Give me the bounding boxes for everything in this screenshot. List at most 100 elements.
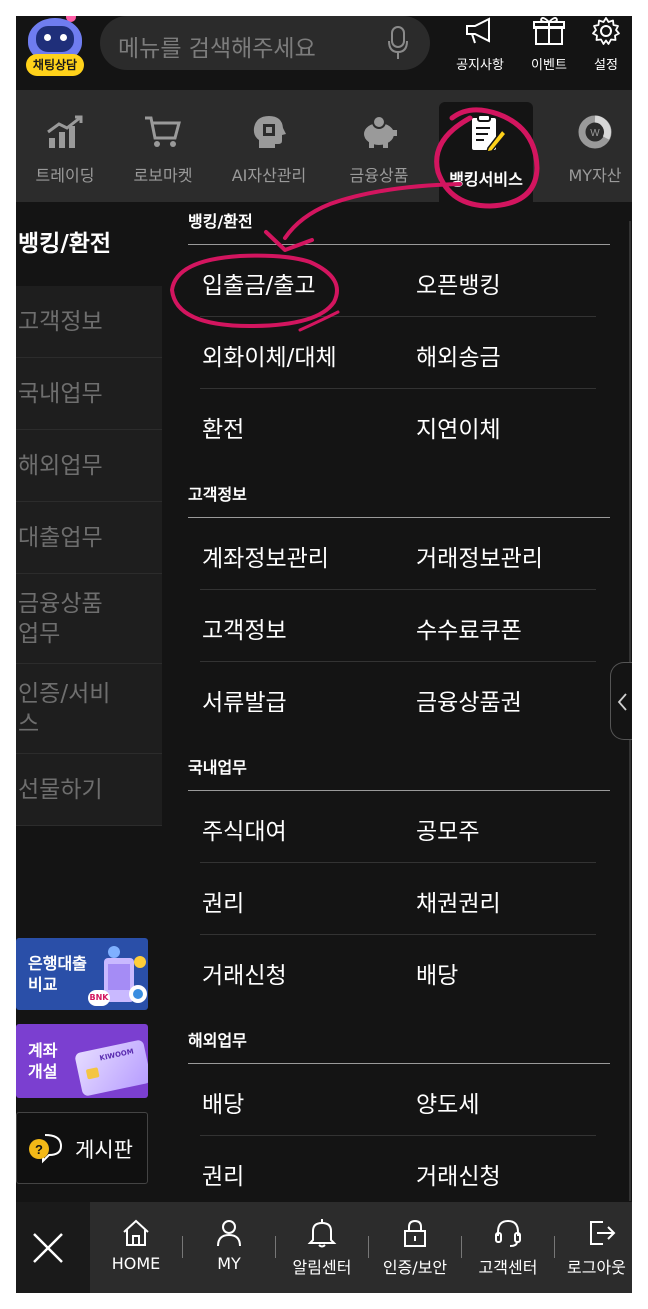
section-title-domestic: 국내업무 [188, 758, 247, 777]
robot-eye-right [60, 34, 67, 41]
notice-button[interactable]: 공지사항 [450, 16, 510, 76]
row-divider [200, 1135, 596, 1136]
side-item-label-line2: 업무 [18, 620, 61, 647]
menu-fee-coupon[interactable]: 수수료쿠폰 [416, 611, 522, 645]
section-title-customer-info: 고객정보 [188, 485, 247, 504]
side-item-label: 대출업무 [18, 524, 103, 551]
menu-rights[interactable]: 권리 [202, 884, 244, 918]
nav-my[interactable]: MY [183, 1202, 275, 1293]
card-illustration-icon: KIWOOM [74, 1039, 148, 1097]
svg-text:?: ? [35, 1142, 43, 1157]
cart-icon [145, 116, 181, 147]
top-bar: 채팅상담 메뉴를 검색해주세요 공지사항 이벤트 설정 [16, 16, 632, 90]
card-chip [85, 1067, 100, 1080]
ai-head-icon [253, 116, 286, 148]
headset-icon [495, 1219, 521, 1247]
side-item-gift[interactable]: 선물하기 [16, 754, 162, 826]
menu-overseas-rights[interactable]: 권리 [202, 1157, 244, 1191]
side-item-loan[interactable]: 대출업무 [16, 502, 162, 574]
section-divider [188, 517, 610, 518]
menu-capital-gains-tax[interactable]: 양도세 [416, 1085, 479, 1119]
side-item-customer-info[interactable]: 고객정보 [16, 286, 162, 358]
menu-ipo[interactable]: 공모주 [416, 812, 479, 846]
loan-compare-banner[interactable]: 은행대출 비교 BNK [16, 938, 148, 1010]
megaphone-icon [466, 17, 490, 44]
event-button[interactable]: 이벤트 [519, 16, 579, 76]
close-menu-button[interactable] [16, 1202, 90, 1293]
side-item-financial-products[interactable]: 금융상품 업무 [16, 574, 162, 664]
row-divider [200, 661, 596, 662]
nav-logout[interactable]: 로그아웃 [555, 1202, 632, 1293]
microphone-icon[interactable] [388, 26, 408, 60]
chevron-left-icon [617, 693, 627, 711]
menu-delayed-transfer[interactable]: 지연이체 [416, 410, 501, 444]
tab-banking-service[interactable]: 뱅킹서비스 [439, 102, 533, 202]
tab-robomarket[interactable]: 로보마켓 [114, 90, 212, 202]
side-item-label: 뱅킹/환전 [18, 231, 112, 257]
board-label: 게시판 [75, 1138, 133, 1162]
menu-overseas-remittance[interactable]: 해외송금 [416, 338, 501, 372]
menu-search-input[interactable]: 메뉴를 검색해주세요 [100, 16, 430, 70]
tab-ai-asset[interactable]: AI자산관리 [220, 90, 318, 202]
chart-icon [47, 115, 83, 148]
close-icon [33, 1233, 63, 1263]
side-item-label-line1: 인증/서비 [18, 680, 111, 707]
banking-menu-content: 뱅킹/환전 입출금/출고 오픈뱅킹 외화이체/대체 해외송금 환전 지연이체 고… [162, 202, 610, 1202]
robot-face [36, 26, 74, 52]
document-pen-icon [472, 114, 506, 153]
chat-consult-label: 채팅상담 [26, 54, 84, 76]
menu-account-info[interactable]: 계좌정보관리 [202, 539, 329, 573]
row-divider [200, 316, 596, 317]
tab-my-asset-label: MY자산 [568, 166, 622, 185]
search-placeholder: 메뉴를 검색해주세요 [118, 36, 316, 62]
tab-financial-products[interactable]: 금융상품 [330, 90, 428, 202]
menu-open-banking[interactable]: 오픈뱅킹 [416, 266, 501, 300]
open-account-banner[interactable]: 계좌 개설 KIWOOM [16, 1024, 148, 1098]
menu-overseas-dividend[interactable]: 배당 [202, 1085, 244, 1119]
nav-home-label: HOME [111, 1254, 161, 1273]
menu-exchange[interactable]: 환전 [202, 410, 244, 444]
nav-logout-label: 로그아웃 [567, 1258, 626, 1277]
menu-deposit-withdraw[interactable]: 입출금/출고 [202, 266, 316, 300]
nav-notification-center[interactable]: 알림센터 [276, 1202, 368, 1293]
menu-stock-lending[interactable]: 주식대여 [202, 812, 287, 846]
menu-fx-transfer[interactable]: 외화이체/대체 [202, 338, 337, 372]
menu-overseas-trade-request[interactable]: 거래신청 [416, 1157, 501, 1191]
settings-button[interactable]: 설정 [576, 16, 632, 76]
nav-auth-security[interactable]: 인증/보안 [369, 1202, 461, 1293]
tab-ai-asset-label: AI자산관리 [231, 166, 307, 185]
app-screen: 채팅상담 메뉴를 검색해주세요 공지사항 이벤트 설정 트레이딩 로보마켓 AI… [16, 16, 632, 1293]
chat-consult-button[interactable]: 채팅상담 [24, 16, 86, 76]
row-divider [200, 589, 596, 590]
settings-label: 설정 [594, 58, 618, 73]
section-title-overseas: 해외업무 [188, 1031, 247, 1050]
notice-label: 공지사항 [456, 58, 504, 73]
tab-trading[interactable]: 트레이딩 [16, 90, 114, 202]
menu-product-voucher[interactable]: 금융상품권 [416, 683, 522, 717]
lock-icon [404, 1219, 426, 1247]
collapse-panel-handle[interactable] [610, 662, 632, 740]
menu-bond-rights[interactable]: 채권권리 [416, 884, 501, 918]
row-divider [200, 934, 596, 935]
tab-my-asset[interactable]: W MY자산 [546, 90, 632, 202]
open-account-line2: 개설 [28, 1062, 58, 1081]
svg-text:W: W [590, 128, 600, 139]
menu-dividend[interactable]: 배당 [416, 956, 458, 990]
nav-customer-center-label: 고객센터 [478, 1258, 538, 1277]
board-button[interactable]: ? 게시판 [16, 1112, 148, 1184]
nav-home[interactable]: HOME [90, 1202, 182, 1293]
nav-customer-center[interactable]: 고객센터 [462, 1202, 554, 1293]
menu-customer-info[interactable]: 고객정보 [202, 611, 287, 645]
card-brand-text: KIWOOM [98, 1047, 135, 1063]
side-item-auth-service[interactable]: 인증/서비 스 [16, 664, 162, 754]
menu-transaction-info[interactable]: 거래정보관리 [416, 539, 543, 573]
menu-document-issue[interactable]: 서류발급 [202, 683, 287, 717]
piggy-bank-icon [364, 115, 397, 148]
side-item-banking-exchange[interactable]: 뱅킹/환전 [16, 202, 162, 286]
menu-trade-request[interactable]: 거래신청 [202, 956, 287, 990]
nav-my-label: MY [217, 1254, 241, 1273]
side-item-overseas[interactable]: 해외업무 [16, 430, 162, 502]
loan-compare-line2: 비교 [28, 975, 58, 994]
side-item-label-line2: 스 [18, 710, 40, 737]
side-item-domestic[interactable]: 국내업무 [16, 358, 162, 430]
